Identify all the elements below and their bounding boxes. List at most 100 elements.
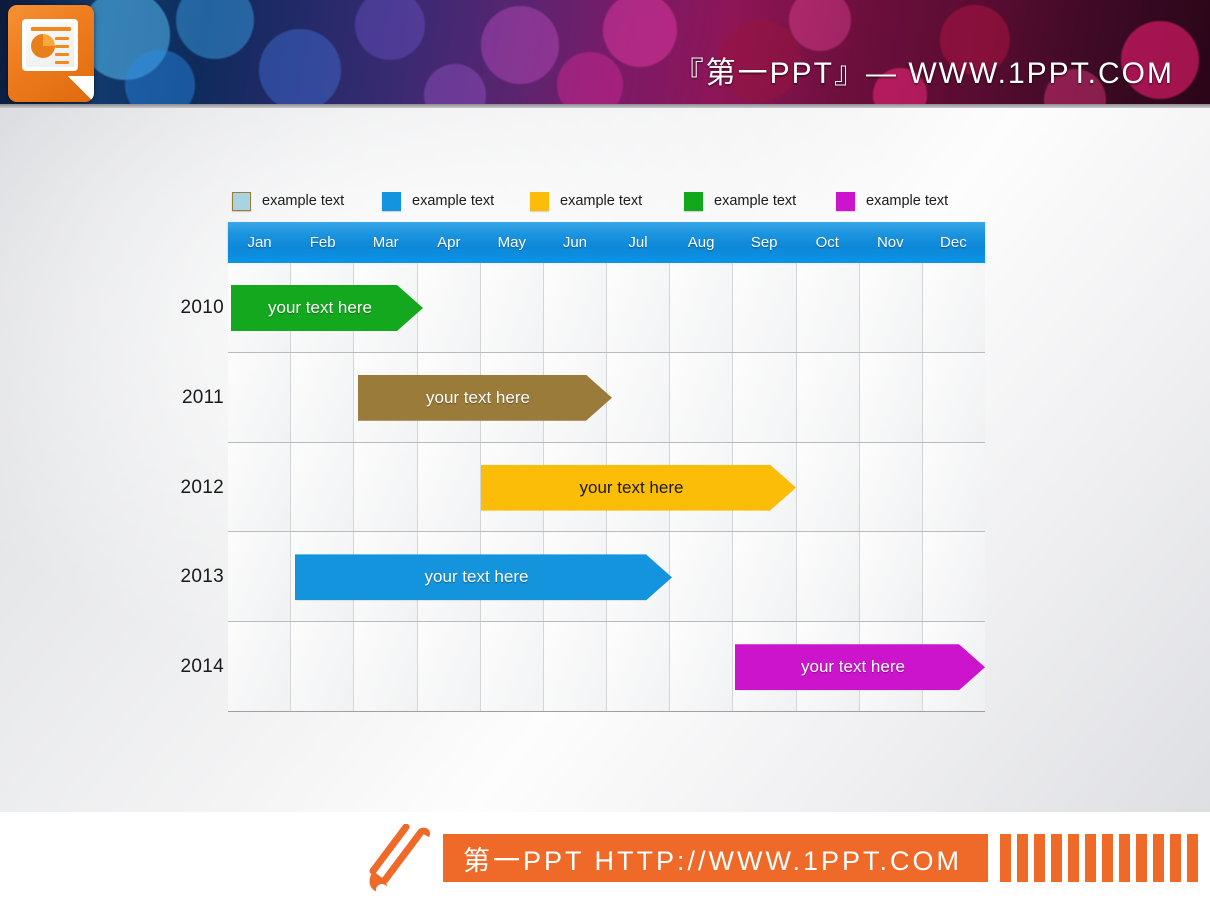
grid-cell [733, 352, 797, 442]
month-header-cell: Jan [247, 234, 272, 251]
legend-swatch [232, 191, 251, 211]
grid-cell [922, 442, 986, 532]
timeline-bar[interactable]: your text here [735, 644, 985, 690]
grid-cell [354, 622, 418, 711]
slide: 『第一PPT』— WWW.1PPT.COM example text exampl… [0, 0, 1210, 907]
grid-cell [543, 263, 608, 352]
month-header-row: Jan Feb Mar Apr May Jun Jul Aug Sep Oct Nov Dec [228, 222, 985, 263]
legend-item: example text [232, 188, 344, 214]
legend-swatch [836, 191, 855, 211]
month-header-cell: May [497, 234, 527, 251]
powerpoint-file-icon [8, 5, 94, 102]
legend-item: example text [836, 188, 948, 214]
legend-label: example text [262, 193, 345, 209]
year-label: 2013 [180, 566, 224, 588]
grid-cell [922, 352, 986, 442]
timeline-bar[interactable]: your text here [231, 285, 423, 331]
year-label: 2010 [180, 297, 224, 318]
month-header-cell: Aug [687, 234, 715, 251]
month-header-cell: Sep [750, 234, 778, 251]
grid-cell [859, 442, 923, 532]
year-label: 2011 [181, 386, 224, 408]
grid-cell [480, 263, 544, 352]
month-header-cell: Oct [815, 234, 839, 251]
month-header-cell: Nov [876, 234, 904, 251]
month-header-cell: Jun [562, 234, 588, 251]
timeline-bar-label: your text here [268, 298, 372, 317]
grid-cell [543, 622, 608, 711]
legend-item: example text [382, 188, 494, 214]
footer-stripe [1187, 834, 1198, 882]
timeline-bar[interactable]: your text here [358, 375, 612, 421]
legend-swatch [382, 191, 401, 211]
document-line-4 [55, 61, 69, 64]
grid-cell [354, 442, 418, 532]
banner-title: 『第一PPT』— WWW.1PPT.COM [673, 57, 1174, 90]
timeline-bar[interactable]: your text here [295, 554, 672, 600]
footer-stripe [1085, 834, 1096, 882]
document-title-bar [31, 27, 71, 31]
month-header-cell: Feb [309, 234, 336, 251]
year-label: 2012 [180, 476, 224, 498]
footer-stripe [1000, 834, 1011, 882]
grid-cell [859, 263, 923, 352]
top-banner: 『第一PPT』— WWW.1PPT.COM [0, 0, 1210, 107]
timeline-bar-label: your text here [579, 477, 684, 497]
footer-url-text: 第一PPT HTTP://WWW.1PPT.COM [463, 845, 963, 876]
footer-stripe [1136, 834, 1147, 882]
legend-label: example text [412, 193, 495, 209]
document-line-1 [55, 37, 69, 40]
grid-cell [670, 532, 734, 622]
legend-swatch [684, 191, 703, 211]
grid-cell [922, 532, 986, 622]
grid-cell [733, 263, 797, 352]
legend-item: example text [684, 188, 796, 214]
month-header-cell: Apr [437, 234, 461, 251]
footer-stripes [1000, 834, 1210, 882]
grid-cell [607, 352, 671, 442]
footer-stripe [1068, 834, 1079, 882]
grid-cell [228, 442, 292, 532]
grid-cell [733, 532, 797, 622]
grid-cell [607, 263, 671, 352]
timeline-bar[interactable]: your text here [481, 465, 796, 511]
grid-cell [417, 622, 481, 711]
month-header-cell: Dec [940, 234, 967, 251]
grid-cell [796, 532, 860, 622]
grid-cell [796, 352, 860, 442]
timeline-bar-label: your text here [426, 387, 530, 407]
pencil-icon [369, 824, 431, 896]
footer-stripe [1119, 834, 1130, 882]
grid-cell [607, 622, 671, 711]
pie-chart-glyph [31, 34, 55, 58]
legend-item: example text [530, 188, 642, 214]
folded-corner [68, 76, 94, 102]
timeline-bar-label: your text here [424, 567, 529, 587]
document-glyph [22, 19, 78, 71]
footer-stripe [1051, 834, 1062, 882]
chart-legend: example text example text example text exam… [232, 188, 992, 214]
grid-cell [228, 352, 292, 442]
footer-stripe [1034, 834, 1045, 882]
document-line-3 [55, 53, 69, 56]
grid-cell [796, 263, 860, 352]
grid-cell [291, 352, 355, 442]
grid-cell [670, 263, 734, 352]
legend-label: example text [714, 193, 797, 209]
footer-url-bar: 第一PPT HTTP://WWW.1PPT.COM [443, 834, 988, 882]
grid-cell [228, 532, 292, 622]
footer-stripe [1017, 834, 1028, 882]
grid-cell [417, 263, 481, 352]
grid-cell [228, 622, 292, 711]
footer-stripe [1102, 834, 1113, 882]
footer: 第一PPT HTTP://WWW.1PPT.COM [0, 812, 1210, 907]
grid-cell [859, 352, 923, 442]
grid-cell [480, 622, 544, 711]
grid-cell [922, 263, 986, 352]
grid-cell [670, 622, 734, 711]
document-line-2 [55, 45, 69, 48]
grid-cell [796, 442, 860, 532]
year-label: 2014 [180, 656, 224, 678]
timeline-bar-label: your text here [801, 657, 905, 677]
footer-stripe [1153, 834, 1164, 882]
